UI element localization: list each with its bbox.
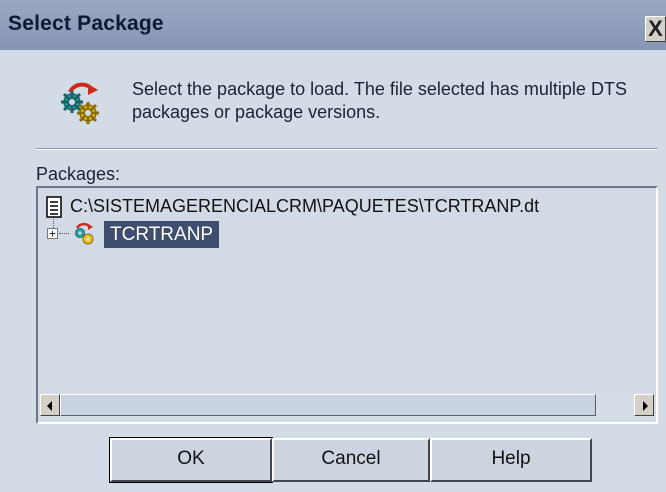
packages-label: Packages: bbox=[36, 164, 121, 184]
scroll-left-button[interactable] bbox=[40, 394, 60, 416]
window-title: Select Package bbox=[8, 12, 164, 35]
close-button[interactable]: X bbox=[645, 16, 666, 42]
document-icon bbox=[46, 196, 62, 218]
scrollbar-thumb[interactable] bbox=[60, 394, 596, 416]
tree-item-file[interactable]: C:\SISTEMAGERENCIALCRM\PAQUETES\TCRTRANP… bbox=[70, 196, 539, 217]
package-gears-icon bbox=[75, 222, 94, 245]
expand-icon[interactable]: + bbox=[47, 228, 58, 239]
title-bar[interactable]: Select Package X bbox=[0, 0, 666, 50]
ok-button[interactable]: OK bbox=[109, 437, 273, 483]
separator bbox=[36, 148, 658, 150]
select-package-dialog: Select Package X Select the package to l… bbox=[0, 0, 666, 492]
horizontal-scrollbar[interactable] bbox=[40, 394, 654, 416]
tree-connector bbox=[59, 233, 69, 234]
scroll-right-button[interactable] bbox=[634, 394, 654, 416]
instruction-text: Select the package to load. The file sel… bbox=[132, 79, 627, 122]
tree-item-package[interactable]: TCRTRANP bbox=[104, 221, 220, 248]
help-button[interactable]: Help bbox=[430, 438, 592, 482]
arrow-left-icon bbox=[47, 401, 52, 411]
package-gears-icon bbox=[61, 82, 99, 124]
cancel-button[interactable]: Cancel bbox=[272, 438, 430, 482]
packages-tree[interactable]: C:\SISTEMAGERENCIALCRM\PAQUETES\TCRTRANP… bbox=[36, 186, 658, 424]
arrow-right-icon bbox=[643, 401, 648, 411]
